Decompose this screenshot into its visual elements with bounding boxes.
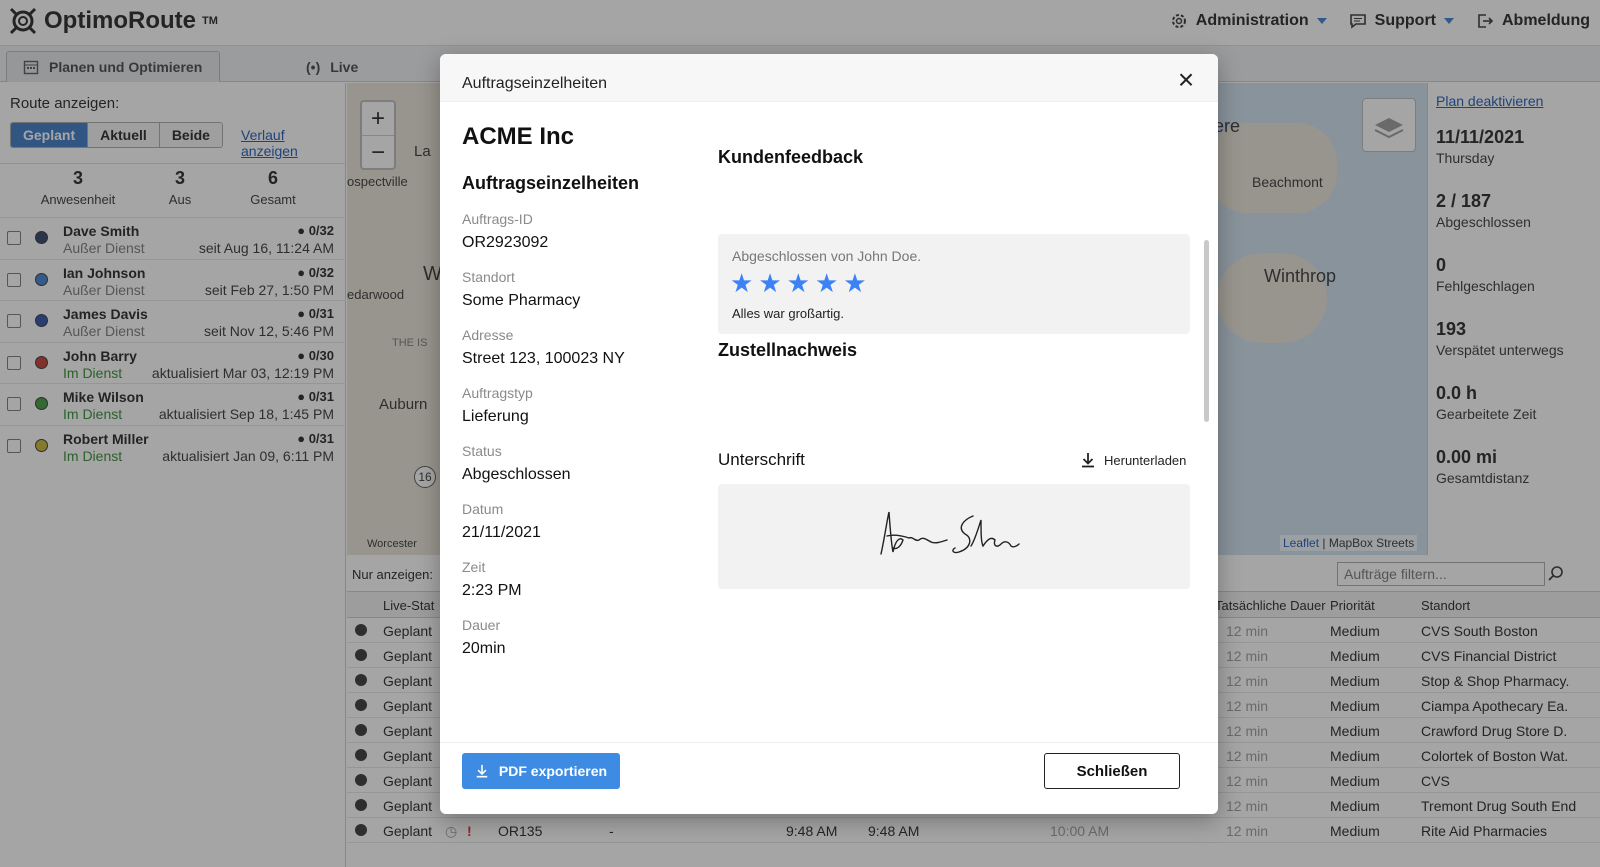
feedback-comment: Alles war großartig.	[732, 306, 844, 321]
field-label: Auftragstyp	[462, 385, 533, 401]
star-rating: ★ ★ ★ ★ ★	[730, 270, 867, 296]
star-icon: ★	[786, 268, 810, 298]
modal-body: ACME Inc Auftragseinzelheiten Auftrags-I…	[440, 102, 1218, 742]
export-pdf-label: PDF exportieren	[498, 763, 608, 779]
modal-title: Auftragseinzelheiten	[462, 75, 607, 92]
order-details-modal: Auftragseinzelheiten × ACME Inc Auftrags…	[440, 54, 1218, 814]
export-pdf-button[interactable]: PDF exportieren	[462, 753, 620, 789]
field-time: Zeit 2:23 PM	[462, 559, 522, 600]
modal-footer: PDF exportieren Schließen	[440, 742, 1218, 814]
download-icon	[1082, 453, 1094, 468]
field-label: Status	[462, 443, 502, 459]
star-icon: ★	[730, 268, 754, 298]
field-value: 20min	[462, 640, 506, 657]
field-value: Street 123, 100023 NY	[462, 350, 625, 367]
company-name: ACME Inc	[462, 123, 575, 150]
field-label: Dauer	[462, 617, 501, 633]
modal-scrollbar[interactable]	[1204, 240, 1209, 422]
field-order-id: Auftrags-ID OR2923092	[462, 211, 548, 252]
field-label: Standort	[462, 269, 515, 285]
star-icon: ★	[843, 268, 867, 298]
field-value: Some Pharmacy	[462, 292, 581, 309]
field-status: Status Abgeschlossen	[462, 443, 571, 484]
close-button[interactable]: Schließen	[1044, 753, 1180, 789]
signature-label: Unterschrift	[718, 450, 805, 469]
field-label: Adresse	[462, 327, 514, 343]
signature-box	[718, 484, 1190, 589]
field-location: Standort Some Pharmacy	[462, 269, 580, 310]
close-icon[interactable]: ×	[1174, 66, 1198, 94]
field-address: Adresse Street 123, 100023 NY	[462, 327, 625, 368]
field-value: 2:23 PM	[462, 582, 522, 599]
field-label: Datum	[462, 501, 504, 517]
download-label: Herunterladen	[1104, 452, 1187, 468]
signature-image	[880, 511, 1020, 555]
field-value: Abgeschlossen	[462, 466, 571, 483]
order-details-heading: Auftragseinzelheiten	[462, 173, 640, 193]
proof-of-delivery-heading: Zustellnachweis	[718, 340, 858, 360]
download-signature-button[interactable]: Herunterladen	[1080, 452, 1186, 468]
field-duration: Dauer 20min	[462, 617, 506, 658]
field-value: Lieferung	[462, 408, 529, 425]
feedback-heading: Kundenfeedback	[718, 147, 864, 167]
modal-header: Auftragseinzelheiten ×	[440, 54, 1218, 102]
star-icon: ★	[758, 268, 782, 298]
field-order-type: Auftragstyp Lieferung	[462, 385, 533, 426]
feedback-completed-by: Abgeschlossen von John Doe.	[732, 248, 922, 264]
field-date: Datum 21/11/2021	[462, 501, 541, 542]
field-label: Auftrags-ID	[462, 211, 533, 227]
feedback-box: Abgeschlossen von John Doe. ★ ★ ★ ★ ★ Alles …	[718, 234, 1190, 334]
field-label: Zeit	[462, 559, 486, 575]
star-icon: ★	[814, 268, 839, 298]
download-icon	[476, 764, 488, 778]
field-value: 21/11/2021	[462, 524, 541, 541]
field-value: OR2923092	[462, 234, 549, 251]
